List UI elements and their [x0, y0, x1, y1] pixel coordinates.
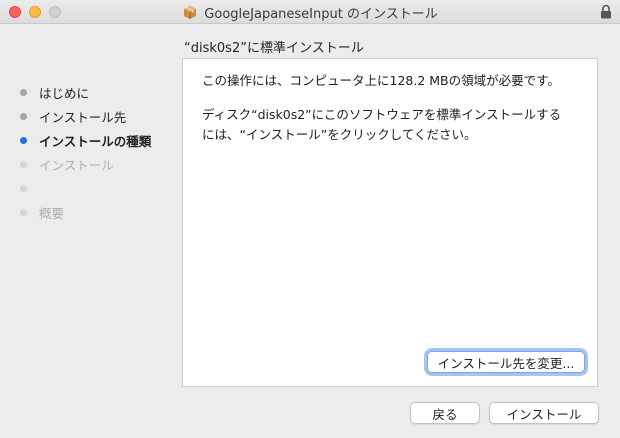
installer-window: GoogleJapaneseInput のインストール “disk0s2”に標準…	[0, 0, 620, 438]
minimize-window-button[interactable]	[29, 6, 41, 18]
step-summary: 概要	[20, 200, 151, 224]
install-instructions-text: ディスク“disk0s2”にこのソフトウェアを標準インストールするには、“インス…	[202, 107, 562, 142]
step-label: 概要	[39, 205, 65, 221]
content-panel: この操作には、コンピュータ上に128.2 MBの領域が必要です。 ディスク“di…	[182, 58, 598, 387]
page-subtitle: “disk0s2”に標準インストール	[184, 41, 364, 56]
window-title-group: GoogleJapaneseInput のインストール	[0, 0, 620, 24]
step-indicator-icon	[20, 160, 27, 168]
step-label: インストール	[39, 157, 114, 173]
step-destination: インストール先	[20, 104, 151, 128]
step-unlabeled	[20, 176, 151, 200]
step-label: インストールの種類	[39, 133, 152, 149]
package-icon	[184, 6, 197, 19]
zoom-window-button	[49, 6, 61, 18]
installer-steps: はじめに インストール先 インストールの種類 インストール 概要	[20, 80, 151, 224]
step-label: はじめに	[39, 85, 90, 101]
space-required-text: この操作には、コンピュータ上に128.2 MBの領域が必要です。	[202, 73, 560, 88]
step-indicator-icon	[20, 184, 27, 192]
step-introduction: はじめに	[20, 80, 151, 104]
change-install-location-button[interactable]: インストール先を変更...	[427, 351, 585, 373]
step-indicator-icon	[20, 88, 27, 96]
step-indicator-icon	[20, 208, 27, 216]
step-label: インストール先	[39, 109, 127, 125]
step-installation: インストール	[20, 152, 151, 176]
step-indicator-icon	[20, 136, 27, 144]
step-installation-type: インストールの種類	[20, 128, 151, 152]
lock-icon	[601, 4, 611, 19]
back-button[interactable]: 戻る	[410, 402, 480, 424]
close-window-button[interactable]	[9, 6, 21, 18]
window-title: GoogleJapaneseInput のインストール	[204, 6, 438, 22]
title-bar[interactable]: GoogleJapaneseInput のインストール	[0, 0, 620, 24]
step-indicator-icon	[20, 112, 27, 120]
install-button[interactable]: インストール	[489, 402, 599, 424]
